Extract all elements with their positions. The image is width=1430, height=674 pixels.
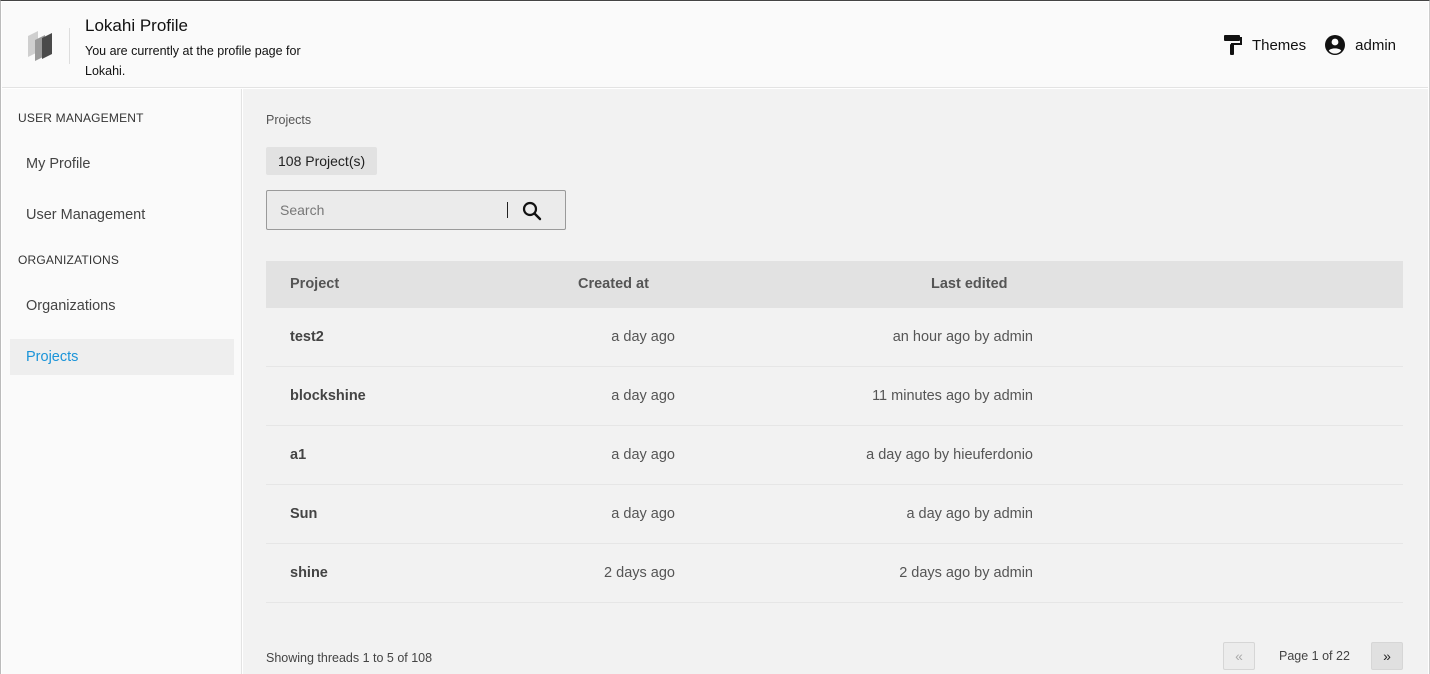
header-actions: Themes admin <box>1223 34 1396 56</box>
table-header: Project Created at Last edited <box>266 261 1403 308</box>
search-box <box>266 190 566 230</box>
table-row[interactable]: blockshine a day ago 11 minutes ago by a… <box>266 367 1403 426</box>
created-at: a day ago <box>611 388 675 404</box>
sidebar-item-my-profile[interactable]: My Profile <box>10 146 234 182</box>
sidebar-section-organizations: ORGANIZATIONS <box>18 253 120 267</box>
sidebar-item-projects[interactable]: Projects <box>10 339 234 375</box>
sidebar-item-user-management[interactable]: User Management <box>10 197 234 233</box>
project-name[interactable]: a1 <box>290 447 306 463</box>
username-label: admin <box>1355 36 1396 54</box>
created-at: a day ago <box>611 329 675 345</box>
app-header: Lokahi Profile You are currently at the … <box>2 2 1428 88</box>
account-circle-icon <box>1325 35 1346 55</box>
themes-label: Themes <box>1251 36 1307 54</box>
search-divider <box>507 202 508 218</box>
last-edited: 2 days ago by admin <box>899 565 1033 581</box>
sidebar-item-label: Organizations <box>26 298 116 314</box>
sidebar-item-label: Projects <box>26 349 79 365</box>
last-edited: 11 minutes ago by admin <box>872 388 1033 404</box>
column-header-last-edited[interactable]: Last edited <box>931 276 1008 292</box>
table-row[interactable]: a1 a day ago a day ago by hieuferdonio <box>266 426 1403 485</box>
app-frame: Lokahi Profile You are currently at the … <box>0 0 1430 674</box>
user-menu-button[interactable]: admin <box>1324 34 1396 56</box>
project-name[interactable]: test2 <box>290 329 324 345</box>
table-row[interactable]: test2 a day ago an hour ago by admin <box>266 308 1403 367</box>
previous-page-button[interactable]: « <box>1223 642 1255 670</box>
project-name[interactable]: Sun <box>290 506 317 522</box>
page-indicator: Page 1 of 22 <box>1279 649 1350 663</box>
projects-table: Project Created at Last edited test2 a d… <box>266 261 1403 603</box>
pagination: « Page 1 of 22 » <box>1223 642 1403 670</box>
table-row[interactable]: shine 2 days ago 2 days ago by admin <box>266 544 1403 603</box>
sidebar-item-label: My Profile <box>26 156 91 172</box>
last-edited: a day ago by hieuferdonio <box>866 447 1033 463</box>
next-page-button[interactable]: » <box>1371 642 1403 670</box>
last-edited: an hour ago by admin <box>892 329 1033 345</box>
project-name[interactable]: blockshine <box>290 388 366 404</box>
sidebar: USER MANAGEMENT My Profile User Manageme… <box>2 89 242 674</box>
page-title: Lokahi Profile <box>85 16 189 35</box>
project-count-badge: 108 Project(s) <box>266 147 378 175</box>
column-header-project[interactable]: Project <box>290 276 339 292</box>
sidebar-item-label: User Management <box>26 207 146 223</box>
pagination-summary: Showing threads 1 to 5 of 108 <box>266 651 433 665</box>
sidebar-section-user-management: USER MANAGEMENT <box>18 111 144 125</box>
breadcrumb: Projects <box>266 113 312 127</box>
search-icon[interactable] <box>521 200 543 222</box>
column-header-created-at[interactable]: Created at <box>578 276 649 292</box>
created-at: a day ago <box>611 447 675 463</box>
page-subtitle: You are currently at the profile page fo… <box>85 44 301 78</box>
last-edited: a day ago by admin <box>906 506 1033 522</box>
paint-roller-icon <box>1223 35 1242 55</box>
header-divider <box>69 28 70 64</box>
sidebar-item-organizations[interactable]: Organizations <box>10 288 234 324</box>
search-input[interactable] <box>267 191 507 229</box>
lokahi-logo-icon <box>28 31 52 61</box>
created-at: 2 days ago <box>604 565 675 581</box>
project-name[interactable]: shine <box>290 565 328 581</box>
created-at: a day ago <box>611 506 675 522</box>
themes-button[interactable]: Themes <box>1223 34 1306 56</box>
main-content: Projects 108 Project(s) Project Created … <box>243 89 1428 674</box>
table-row[interactable]: Sun a day ago a day ago by admin <box>266 485 1403 544</box>
